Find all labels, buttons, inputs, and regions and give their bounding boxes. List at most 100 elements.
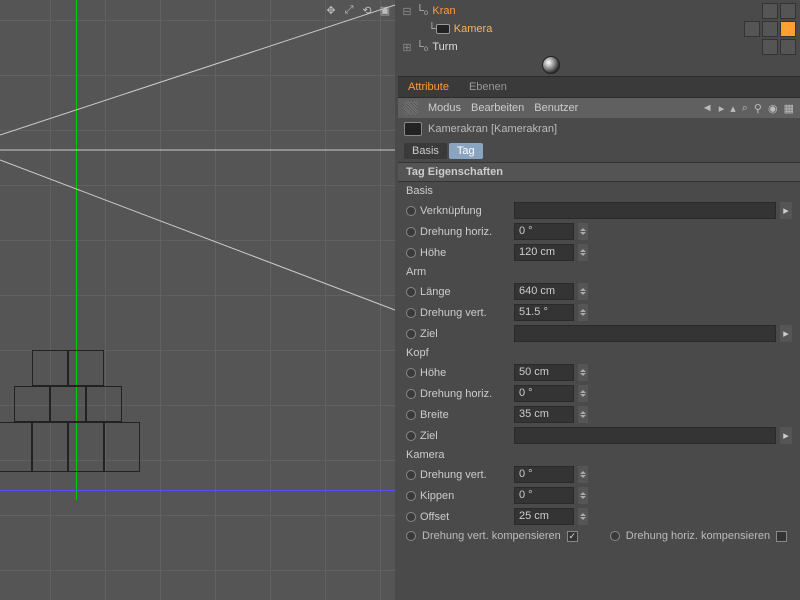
object-name: Kamerakran [Kamerakran] <box>428 123 557 135</box>
section-title: Tag Eigenschaften <box>398 162 800 182</box>
vis-icon[interactable] <box>744 21 760 37</box>
camera-icon: └ <box>428 23 450 35</box>
viewport-grid <box>0 0 395 600</box>
spinner[interactable] <box>578 223 588 240</box>
vis-icon[interactable] <box>762 39 778 55</box>
search-icon[interactable]: ⌕ <box>742 102 748 115</box>
radio-icon[interactable] <box>406 470 416 480</box>
link-field[interactable] <box>514 427 776 444</box>
radio-icon[interactable] <box>406 431 416 441</box>
render-icon[interactable] <box>780 39 796 55</box>
spinner[interactable] <box>578 244 588 261</box>
lock-icon[interactable]: ⚲ <box>754 102 762 115</box>
viewport-nav-icons: ✥ ⤢ ⟲ ▣ <box>321 0 395 20</box>
menu-bearbeiten[interactable]: Bearbeiten <box>471 102 524 114</box>
property-label: Länge <box>420 286 510 298</box>
subtab-tag[interactable]: Tag <box>449 143 483 159</box>
expand-icon[interactable]: ⊞ <box>402 41 412 54</box>
radio-icon[interactable] <box>406 206 416 216</box>
material-sphere-icon[interactable] <box>542 56 560 74</box>
subtabs: Basis Tag <box>398 140 800 162</box>
radio-icon[interactable] <box>406 308 416 318</box>
orbit-icon[interactable]: ⟲ <box>359 2 375 18</box>
menu-modus[interactable]: Modus <box>428 102 461 114</box>
chevron-right-icon[interactable]: ▸ <box>780 427 792 444</box>
nav-back-icon[interactable]: ◄ <box>702 102 713 114</box>
object-manager[interactable]: ⊟ └₀ Kran └ Kamera ⊞ └₀ Turm <box>398 0 800 76</box>
checkbox[interactable]: ✓ <box>567 531 578 542</box>
property-row: Ziel▸ <box>398 323 800 344</box>
radio-icon[interactable] <box>406 491 416 501</box>
spinner[interactable] <box>578 466 588 483</box>
property-row: Drehung vert.51.5 ° <box>398 302 800 323</box>
property-row: Offset 25 cm <box>398 506 800 527</box>
om-label: Kamera <box>454 23 493 35</box>
gear-icon[interactable]: ◉ <box>768 102 778 115</box>
property-row: Höhe50 cm <box>398 362 800 383</box>
om-item-turm[interactable]: ⊞ └₀ Turm <box>402 38 796 56</box>
fit-icon[interactable]: ▣ <box>377 2 393 18</box>
spinner[interactable] <box>578 487 588 504</box>
value-input[interactable]: 25 cm <box>514 508 574 525</box>
property-row: Höhe120 cm <box>398 242 800 263</box>
property-label: Kippen <box>420 490 510 502</box>
pan-icon[interactable]: ✥ <box>323 2 339 18</box>
check-label: Drehung horiz. kompensieren <box>626 530 770 542</box>
zoom-icon[interactable]: ⤢ <box>341 2 357 18</box>
link-field[interactable] <box>514 325 776 342</box>
value-input[interactable]: 35 cm <box>514 406 574 423</box>
expand-icon[interactable]: ⊟ <box>402 5 412 18</box>
property-label: Drehung vert. <box>420 469 510 481</box>
group-header: Kopf <box>398 344 800 362</box>
value-input[interactable]: 50 cm <box>514 364 574 381</box>
spinner[interactable] <box>578 364 588 381</box>
value-input[interactable]: 640 cm <box>514 283 574 300</box>
vis-icon[interactable] <box>762 3 778 19</box>
property-row: Kippen 0 ° <box>398 485 800 506</box>
radio-icon[interactable] <box>406 287 416 297</box>
viewport[interactable]: ✥ ⤢ ⟲ ▣ <box>0 0 395 600</box>
tab-ebenen[interactable]: Ebenen <box>459 77 517 97</box>
radio-icon[interactable] <box>406 389 416 399</box>
new-icon[interactable]: ▦ <box>784 102 794 115</box>
radio-icon[interactable] <box>406 329 416 339</box>
value-input[interactable]: 0 ° <box>514 223 574 240</box>
om-item-kamera[interactable]: └ Kamera <box>402 20 796 38</box>
radio-icon[interactable] <box>406 410 416 420</box>
property-label: Offset <box>420 511 510 523</box>
property-label: Breite <box>420 409 510 421</box>
radio-icon[interactable] <box>406 512 416 522</box>
chevron-right-icon[interactable]: ▸ <box>780 325 792 342</box>
spinner[interactable] <box>578 385 588 402</box>
spinner[interactable] <box>578 406 588 423</box>
menu-benutzer[interactable]: Benutzer <box>534 102 578 114</box>
link-field[interactable] <box>514 202 776 219</box>
value-input[interactable]: 0 ° <box>514 487 574 504</box>
checkbox[interactable] <box>776 531 787 542</box>
value-input[interactable]: 51.5 ° <box>514 304 574 321</box>
subtab-basis[interactable]: Basis <box>404 143 447 159</box>
property-row: Verknüpfung▸ <box>398 200 800 221</box>
radio-icon[interactable] <box>406 227 416 237</box>
radio-icon[interactable] <box>406 368 416 378</box>
radio-icon[interactable] <box>406 531 416 541</box>
chevron-right-icon[interactable]: ▸ <box>780 202 792 219</box>
tab-attribute[interactable]: Attribute <box>398 77 459 97</box>
nav-up-icon[interactable]: ▴ <box>730 102 736 115</box>
render-icon[interactable] <box>780 3 796 19</box>
tag-icon[interactable] <box>780 21 796 37</box>
value-input[interactable]: 0 ° <box>514 466 574 483</box>
spinner[interactable] <box>578 508 588 525</box>
nav-fwd-icon[interactable]: ▸ <box>719 102 725 115</box>
group-header: Arm <box>398 263 800 281</box>
value-input[interactable]: 120 cm <box>514 244 574 261</box>
spinner[interactable] <box>578 304 588 321</box>
render-icon[interactable] <box>762 21 778 37</box>
om-item-kran[interactable]: ⊟ └₀ Kran <box>402 2 796 20</box>
grip-icon[interactable] <box>404 101 418 115</box>
right-panel: ⊟ └₀ Kran └ Kamera ⊞ └₀ Turm Attribute E… <box>398 0 800 600</box>
radio-icon[interactable] <box>406 248 416 258</box>
spinner[interactable] <box>578 283 588 300</box>
value-input[interactable]: 0 ° <box>514 385 574 402</box>
radio-icon[interactable] <box>610 531 620 541</box>
